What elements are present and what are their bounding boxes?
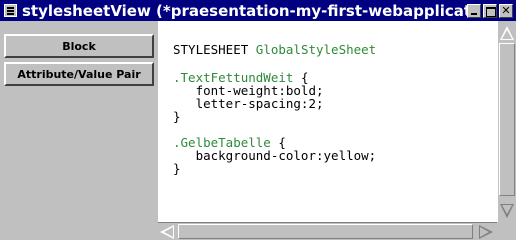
block-button[interactable]: Block (4, 34, 154, 58)
code-keyword: STYLESHEET (173, 42, 256, 57)
scrollbar-corner (497, 222, 516, 240)
code-line: } (173, 162, 181, 175)
scroll-left-arrow-icon[interactable] (160, 225, 174, 239)
window-title: stylesheetView (*praesentation-my-first-… (22, 1, 467, 20)
code-line: } (173, 110, 181, 123)
attribute-value-pair-button[interactable]: Attribute/Value Pair (4, 62, 154, 86)
vertical-scroll-thumb[interactable] (499, 43, 515, 196)
stylesheet-view-window: stylesheetView (*praesentation-my-first-… (0, 0, 516, 240)
horizontal-scroll-thumb[interactable] (178, 224, 473, 239)
close-button[interactable]: ✕ (499, 3, 513, 18)
side-panel: Block Attribute/Value Pair (0, 21, 158, 240)
scroll-down-arrow-icon[interactable] (500, 204, 514, 218)
title-bar[interactable]: stylesheetView (*praesentation-my-first-… (0, 0, 516, 21)
code-stylesheet-name: GlobalStyleSheet (255, 42, 377, 57)
code-line: STYLESHEET GlobalStyleSheet (173, 43, 376, 56)
maximize-button[interactable] (483, 3, 497, 18)
scroll-up-arrow-icon[interactable] (500, 26, 514, 40)
horizontal-scrollbar[interactable] (158, 222, 497, 240)
minimize-button[interactable] (467, 3, 481, 18)
window-menu-icon[interactable] (4, 4, 17, 17)
code-line: background-color:yellow; (173, 148, 377, 163)
code-line: letter-spacing:2; (173, 97, 324, 110)
scroll-right-arrow-icon[interactable] (479, 225, 493, 239)
code-declaration: background-color:yellow; (173, 148, 377, 163)
stylesheet-editor[interactable]: STYLESHEET GlobalStyleSheet .TextFettund… (158, 21, 497, 222)
vertical-scrollbar[interactable] (497, 21, 516, 222)
code-brace: } (173, 161, 181, 176)
code-declaration: letter-spacing:2; (173, 96, 324, 111)
code-brace: } (173, 109, 181, 124)
